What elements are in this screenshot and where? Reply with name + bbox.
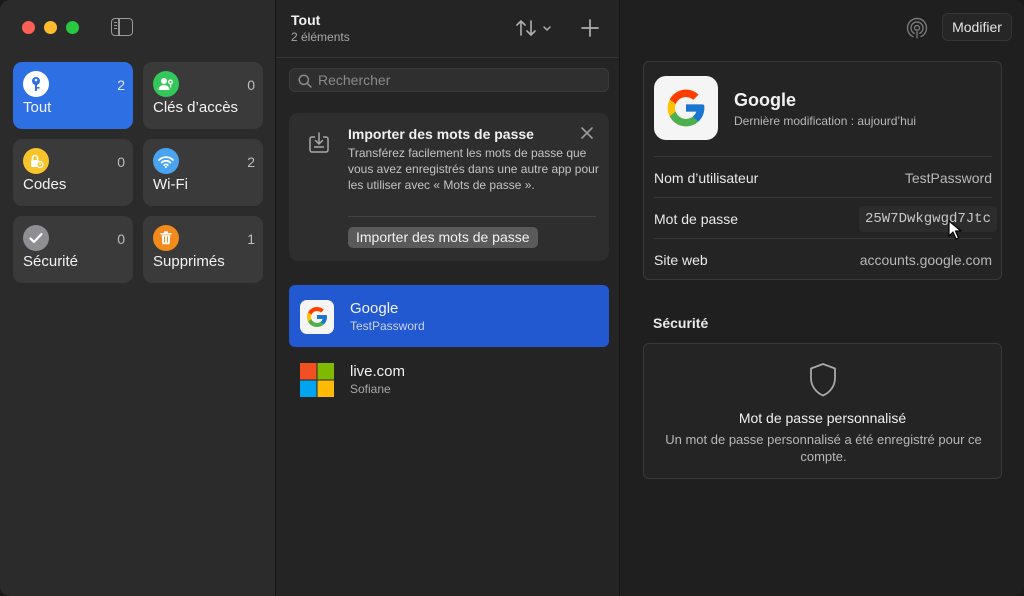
- header-divider: [276, 57, 619, 58]
- security-description: Un mot de passe personnalisé a été enreg…: [665, 432, 982, 464]
- tile-label: Codes: [23, 176, 67, 193]
- detail-panel: Modifier Google Dernière modification : …: [620, 0, 1024, 596]
- password-value[interactable]: 25W7Dwkgwgd7Jtc: [858, 206, 997, 232]
- import-card-divider: [348, 216, 596, 217]
- website-value[interactable]: accounts.google.com: [860, 252, 992, 268]
- import-tray-icon: [309, 132, 329, 153]
- category-tiles: 2 Tout 0 Clés d’accès 0 Codes 2 Wi-Fi 0 …: [13, 62, 263, 283]
- tile-label: Clés d’accès: [153, 99, 239, 116]
- tile-tout[interactable]: 2 Tout: [13, 62, 133, 129]
- list-item-live[interactable]: live.com Sofiane: [289, 348, 609, 410]
- google-logo-icon: [300, 300, 334, 334]
- import-passwords-button[interactable]: Importer des mots de passe: [348, 227, 538, 248]
- website-label: Site web: [654, 252, 708, 268]
- tile-wifi[interactable]: 2 Wi-Fi: [143, 139, 263, 206]
- password-list-column: Tout 2 éléments Importer des mots de pas…: [276, 0, 620, 596]
- checkmark-icon: [23, 225, 49, 251]
- window-controls: [22, 21, 79, 34]
- mouse-pointer-icon: [948, 220, 962, 240]
- wifi-icon: [153, 148, 179, 174]
- entry-username: TestPassword: [350, 319, 425, 333]
- import-card: Importer des mots de passe Transférez fa…: [289, 113, 609, 261]
- close-window-button[interactable]: [22, 21, 35, 34]
- account-title: Google: [734, 90, 796, 110]
- username-label: Nom d’utilisateur: [654, 170, 759, 186]
- passkey-person-icon: [153, 71, 179, 97]
- plus-icon: [581, 19, 599, 37]
- security-title: Mot de passe personnalisé: [738, 410, 907, 426]
- password-label: Mot de passe: [654, 211, 739, 227]
- sidebar: 2 Tout 0 Clés d’accès 0 Codes 2 Wi-Fi 0 …: [0, 0, 276, 596]
- website-row[interactable]: Site web accounts.google.com: [654, 238, 992, 279]
- account-info-card: Google Dernière modification : aujourd’h…: [643, 61, 1002, 280]
- tile-supprimes[interactable]: 1 Supprimés: [143, 216, 263, 283]
- security-heading: Sécurité: [653, 315, 709, 331]
- sort-button[interactable]: [516, 18, 556, 38]
- tile-count: 2: [247, 154, 255, 170]
- import-card-description: Transférez facilement les mots de passe …: [348, 146, 599, 192]
- microsoft-logo-icon: [300, 363, 334, 397]
- shield-icon: [810, 363, 836, 397]
- username-row[interactable]: Nom d’utilisateur TestPassword: [654, 156, 992, 197]
- trash-icon: [153, 225, 179, 251]
- tile-label: Wi-Fi: [153, 176, 188, 193]
- edit-button[interactable]: Modifier: [942, 13, 1012, 41]
- tile-label: Supprimés: [153, 253, 225, 270]
- tile-count: 0: [117, 154, 125, 170]
- list-item-google[interactable]: Google TestPassword: [289, 285, 609, 347]
- minimize-window-button[interactable]: [44, 21, 57, 34]
- sidebar-toggle-icon[interactable]: [111, 18, 133, 36]
- security-card: Mot de passe personnalisé Un mot de pass…: [643, 343, 1002, 479]
- password-row[interactable]: Mot de passe 25W7Dwkgwgd7Jtc: [654, 197, 997, 238]
- airdrop-icon: [906, 17, 928, 39]
- entry-username: Sofiane: [350, 382, 391, 396]
- key-icon: [23, 71, 49, 97]
- import-card-title: Importer des mots de passe: [348, 126, 534, 142]
- search-icon: [298, 74, 312, 88]
- username-value[interactable]: TestPassword: [905, 170, 992, 186]
- last-modified: Dernière modification : aujourd’hui: [734, 114, 917, 128]
- entry-name: Google: [350, 300, 399, 317]
- list-item-count: 2 éléments: [291, 30, 350, 44]
- share-airdrop-button[interactable]: [906, 17, 928, 39]
- list-title: Tout: [291, 12, 321, 28]
- entry-name: live.com: [350, 363, 406, 380]
- tile-count: 1: [247, 231, 255, 247]
- tile-count: 2: [117, 77, 125, 93]
- lock-clock-icon: [23, 148, 49, 174]
- sort-arrows-icon: [516, 20, 551, 36]
- tile-count: 0: [247, 77, 255, 93]
- tile-label: Tout: [23, 99, 52, 116]
- tile-label: Sécurité: [23, 253, 79, 270]
- tile-codes[interactable]: 0 Codes: [13, 139, 133, 206]
- google-logo-icon: [654, 76, 718, 140]
- add-password-button[interactable]: [580, 18, 600, 38]
- search-field[interactable]: [289, 68, 609, 92]
- tile-securite[interactable]: 0 Sécurité: [13, 216, 133, 283]
- search-input[interactable]: [318, 71, 598, 89]
- passwords-window: 2 Tout 0 Clés d’accès 0 Codes 2 Wi-Fi 0 …: [0, 0, 1024, 596]
- close-icon: [581, 127, 593, 139]
- tile-count: 0: [117, 231, 125, 247]
- close-import-card-button[interactable]: [580, 126, 594, 140]
- tile-cles-acces[interactable]: 0 Clés d’accès: [143, 62, 263, 129]
- zoom-window-button[interactable]: [66, 21, 79, 34]
